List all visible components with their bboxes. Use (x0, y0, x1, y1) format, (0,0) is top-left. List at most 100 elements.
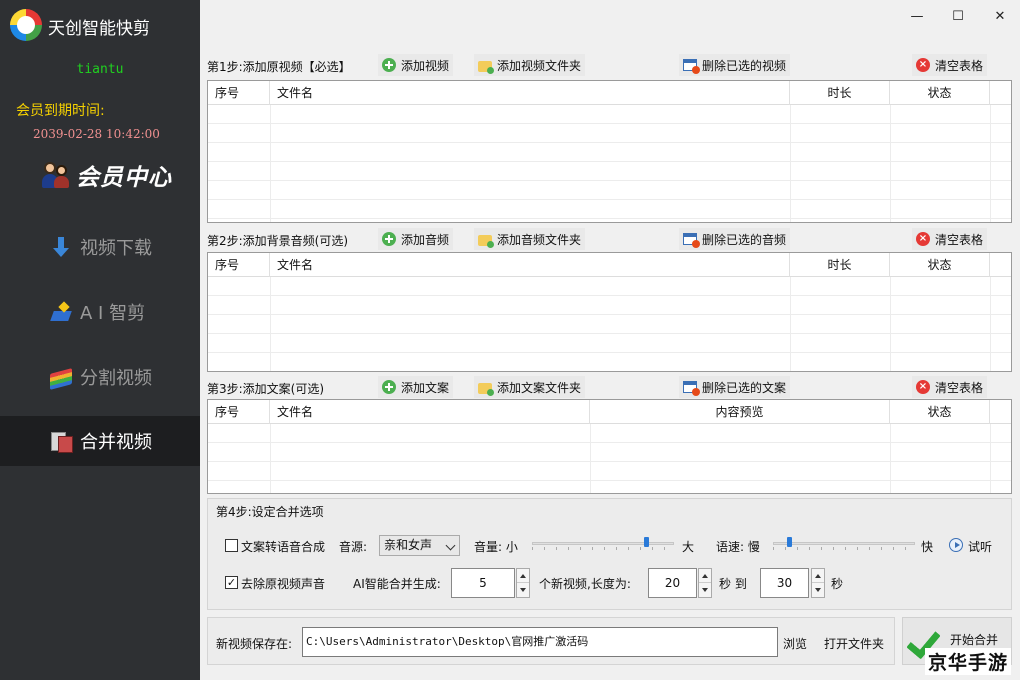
table-header: 序号 文件名 时长 状态 (208, 81, 1011, 105)
delete-window-icon (683, 59, 700, 74)
add-icon (382, 380, 396, 394)
count-stepper[interactable] (516, 568, 530, 598)
delete-selected-video-button[interactable]: 删除已选的视频 (679, 54, 791, 76)
add-audio-folder-button[interactable]: 添加音频文件夹 (474, 228, 586, 250)
tts-label: 文案转语音合成 (241, 540, 326, 554)
clear-table-button[interactable]: × 清空表格 (912, 228, 988, 250)
add-audio-button[interactable]: 添加音频 (378, 228, 454, 250)
count-input[interactable]: 5 (451, 568, 515, 598)
voice-select[interactable]: 亲和女声 (379, 535, 460, 556)
volume-slider-thumb[interactable] (644, 537, 649, 547)
nav-item-merge-video[interactable]: 合并视频 (0, 416, 200, 466)
app-title: 天创智能快剪 (48, 19, 150, 39)
column-header: 序号 (208, 81, 270, 105)
add-text-button[interactable]: 添加文案 (378, 376, 454, 398)
add-text-label: 添加文案 (401, 380, 450, 395)
save-path-input[interactable]: C:\Users\Administrator\Desktop\官网推广激活码 (302, 627, 778, 657)
nav-item-label: A I 智剪 (80, 303, 146, 324)
ai-merge-label: AI智能合并生成: (353, 577, 441, 591)
member-center-label: 会员中心 (76, 164, 172, 191)
ai-edit-icon (50, 301, 72, 323)
close-window-button[interactable]: ✕ (985, 6, 1015, 26)
nav-item-split-video[interactable]: 分割视频 (0, 352, 200, 402)
column-header: 时长 (790, 253, 890, 277)
video-table[interactable]: 序号 文件名 时长 状态 (207, 80, 1012, 223)
add-icon (382, 232, 396, 246)
speed-slider-thumb[interactable] (787, 537, 792, 547)
expiry-label: 会员到期时间: (16, 103, 105, 119)
add-video-button[interactable]: 添加视频 (378, 54, 454, 76)
min-length-input[interactable]: 20 (648, 568, 697, 598)
column-header: 状态 (890, 81, 990, 105)
add-audio-folder-label: 添加音频文件夹 (497, 232, 582, 247)
add-audio-label: 添加音频 (401, 232, 450, 247)
delete-window-icon (683, 233, 700, 248)
sidebar: 天创智能快剪 tiantu 会员到期时间: 2039-02-28 10:42:0… (0, 0, 200, 680)
column-header: 序号 (208, 253, 270, 277)
nav-item-label: 视频下载 (80, 238, 152, 259)
min-length-stepper[interactable] (698, 568, 712, 598)
table-header: 序号 文件名 时长 状态 (208, 253, 1011, 277)
column-header: 内容预览 (590, 400, 890, 424)
tts-checkbox[interactable] (225, 539, 238, 552)
folder-add-icon (478, 234, 494, 248)
column-header: 文件名 (270, 81, 790, 105)
column-header: 文件名 (270, 253, 790, 277)
preview-button[interactable]: 试听 (968, 538, 992, 555)
voice-label: 音源: (339, 540, 368, 554)
speed-max-label: 快 (921, 540, 934, 554)
add-video-folder-label: 添加视频文件夹 (497, 58, 582, 73)
add-text-folder-button[interactable]: 添加文案文件夹 (474, 376, 586, 398)
max-length-input[interactable]: 30 (760, 568, 809, 598)
delete-selected-video-label: 删除已选的视频 (702, 58, 787, 73)
folder-add-icon (478, 382, 494, 396)
spin-up-icon[interactable] (699, 569, 711, 583)
member-center-button[interactable]: 会员中心 (42, 158, 172, 192)
column-header: 状态 (890, 253, 990, 277)
minimize-button[interactable]: — (902, 6, 932, 26)
count-suffix-label: 个新视频,长度为: (539, 577, 631, 591)
watermark: 京华手游 (925, 648, 1012, 675)
browse-button[interactable]: 浏览 (783, 635, 807, 652)
delete-selected-text-button[interactable]: 删除已选的文案 (679, 376, 791, 398)
mute-original-label: 去除原视频声音 (241, 577, 326, 591)
column-header: 时长 (790, 81, 890, 105)
play-icon[interactable] (949, 538, 963, 552)
delete-selected-audio-button[interactable]: 删除已选的音频 (679, 228, 791, 250)
nav-item-video-download[interactable]: 视频下载 (0, 222, 200, 272)
spin-up-icon[interactable] (812, 569, 824, 583)
step1-label: 第1步:添加原视频【必选】 (207, 60, 351, 74)
volume-label: 音量: 小 (474, 540, 518, 554)
max-length-stepper[interactable] (811, 568, 825, 598)
delete-selected-text-label: 删除已选的文案 (702, 380, 787, 395)
speed-slider[interactable] (773, 537, 915, 551)
clear-x-icon: × (916, 380, 930, 394)
add-video-folder-button[interactable]: 添加视频文件夹 (474, 54, 586, 76)
voice-select-value: 亲和女声 (384, 538, 433, 552)
add-icon (382, 58, 396, 72)
add-text-folder-label: 添加文案文件夹 (497, 380, 582, 395)
members-icon (42, 160, 70, 190)
table-header: 序号 文件名 内容预览 状态 (208, 400, 1011, 424)
text-table[interactable]: 序号 文件名 内容预览 状态 (207, 399, 1012, 494)
spin-down-icon[interactable] (699, 583, 711, 597)
clear-table-label: 清空表格 (935, 232, 984, 247)
clear-table-button[interactable]: × 清空表格 (912, 54, 988, 76)
volume-slider[interactable] (532, 537, 674, 551)
clear-x-icon: × (916, 232, 930, 246)
clear-table-button[interactable]: × 清空表格 (912, 376, 988, 398)
count-value: 5 (479, 576, 487, 590)
maximize-button[interactable]: ☐ (943, 6, 973, 26)
open-folder-button[interactable]: 打开文件夹 (824, 635, 884, 652)
nav-item-ai-edit[interactable]: A I 智剪 (0, 287, 200, 337)
step4-label: 第4步:设定合并选项 (216, 505, 324, 519)
mute-original-checkbox[interactable]: ✓ (225, 576, 238, 589)
start-merge-label: 开始合并 (950, 633, 999, 647)
audio-table[interactable]: 序号 文件名 时长 状态 (207, 252, 1012, 372)
spin-down-icon[interactable] (812, 583, 824, 597)
delete-selected-audio-label: 删除已选的音频 (702, 232, 787, 247)
download-arrow-icon (50, 236, 72, 258)
spin-down-icon[interactable] (517, 583, 529, 597)
nav-item-label: 合并视频 (80, 432, 152, 453)
spin-up-icon[interactable] (517, 569, 529, 583)
